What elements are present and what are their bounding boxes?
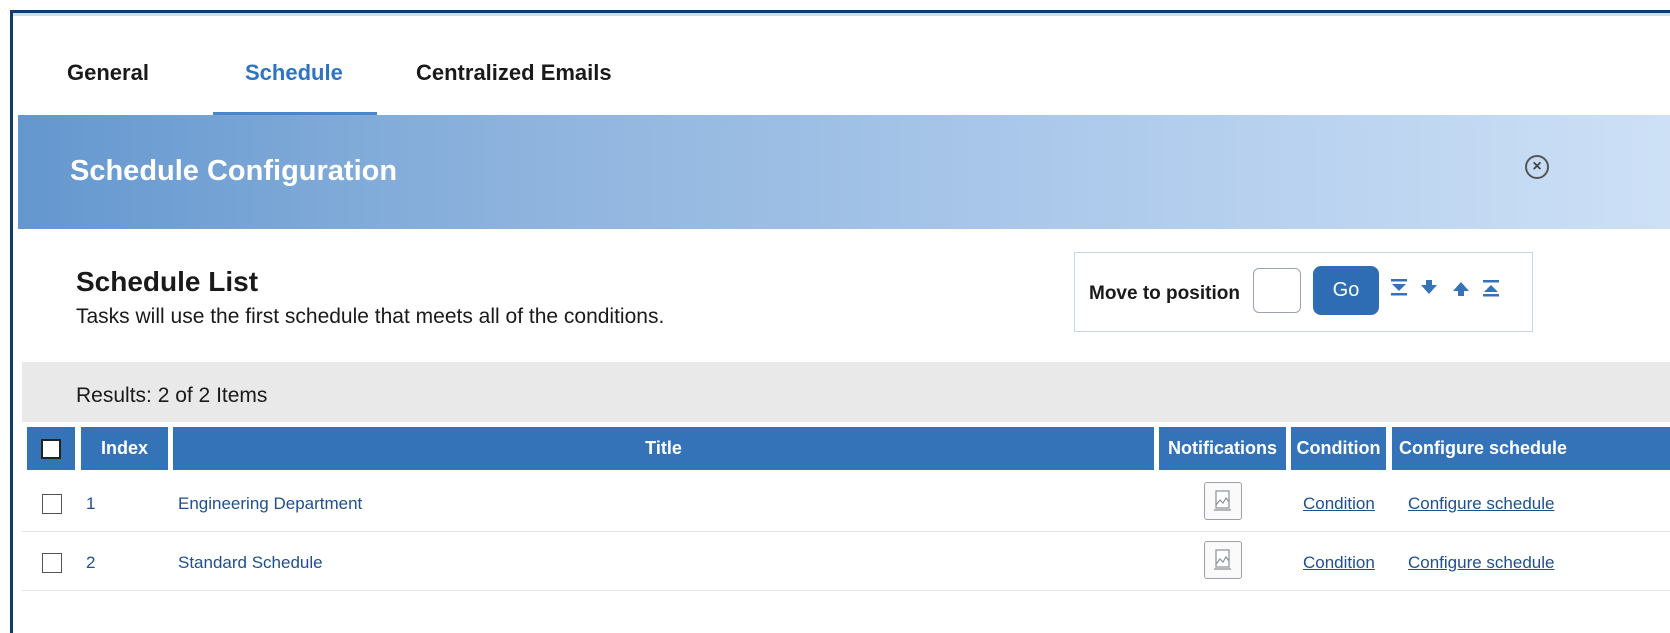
row-title[interactable]: Standard Schedule [178, 553, 323, 573]
schedule-page: General Schedule Centralized Emails Sche… [0, 0, 1670, 633]
column-select-all [27, 427, 75, 470]
column-header-notifications[interactable]: Notifications [1159, 427, 1286, 470]
condition-link[interactable]: Condition [1303, 494, 1375, 514]
column-header-condition[interactable]: Condition [1291, 427, 1386, 470]
section-banner: Schedule Configuration × [18, 115, 1670, 229]
row-index[interactable]: 1 [86, 494, 95, 514]
move-position-input[interactable] [1253, 268, 1301, 313]
image-placeholder-icon [1214, 549, 1231, 570]
results-count: Results: 2 of 2 Items [76, 384, 268, 407]
window-border-left [10, 10, 13, 633]
configure-schedule-link[interactable]: Configure schedule [1408, 494, 1554, 514]
notification-image-icon[interactable] [1204, 482, 1242, 520]
move-to-position-panel: Move to position Go [1074, 252, 1533, 332]
image-placeholder-icon [1214, 490, 1231, 511]
row-title[interactable]: Engineering Department [178, 494, 362, 514]
close-circle-icon[interactable]: × [1525, 155, 1549, 179]
notification-image-icon[interactable] [1204, 541, 1242, 579]
tab-general[interactable]: General [67, 60, 149, 90]
column-header-title[interactable]: Title [173, 427, 1154, 470]
row-index[interactable]: 2 [86, 553, 95, 573]
schedule-list-subtitle: Tasks will use the first schedule that m… [76, 305, 665, 328]
column-header-configure-schedule[interactable]: Configure schedule [1392, 427, 1670, 470]
row-divider [22, 531, 1670, 532]
configure-schedule-link[interactable]: Configure schedule [1408, 553, 1554, 573]
move-to-bottom-icon[interactable] [1389, 277, 1409, 299]
select-all-checkbox[interactable] [41, 438, 61, 459]
move-down-icon[interactable] [1419, 277, 1439, 299]
results-bar: Results: 2 of 2 Items [22, 362, 1670, 422]
condition-link[interactable]: Condition [1303, 553, 1375, 573]
row-checkbox[interactable] [42, 494, 62, 514]
tab-schedule[interactable]: Schedule [245, 60, 343, 90]
row-divider [22, 590, 1670, 591]
go-button[interactable]: Go [1313, 266, 1379, 315]
move-to-top-icon[interactable] [1481, 277, 1501, 299]
move-to-position-label: Move to position [1089, 283, 1240, 304]
column-header-index[interactable]: Index [81, 427, 168, 470]
schedule-list-title: Schedule List [76, 266, 259, 297]
banner-title: Schedule Configuration [70, 155, 398, 187]
tab-centralized-emails[interactable]: Centralized Emails [416, 60, 612, 90]
row-checkbox[interactable] [42, 553, 62, 573]
move-up-icon[interactable] [1451, 277, 1471, 299]
window-border-inner [13, 13, 1670, 16]
